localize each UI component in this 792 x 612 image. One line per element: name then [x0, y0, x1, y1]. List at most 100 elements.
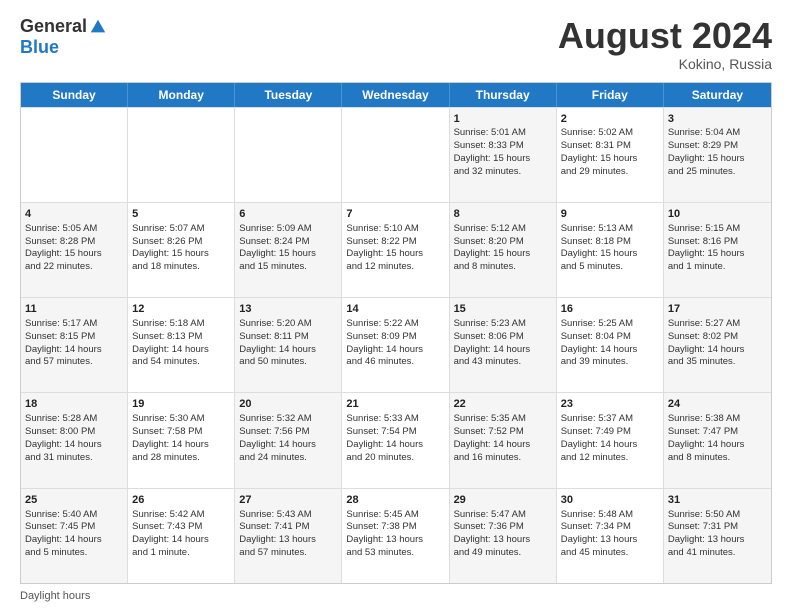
day-content: Sunset: 7:47 PM — [668, 426, 767, 439]
day-number: 14 — [346, 302, 444, 317]
day-number: 7 — [346, 207, 444, 222]
day-content: Sunrise: 5:09 AM — [239, 223, 337, 236]
day-content: Sunset: 8:00 PM — [25, 426, 123, 439]
day-content: Sunrise: 5:27 AM — [668, 318, 767, 331]
day-content: Sunset: 7:52 PM — [454, 426, 552, 439]
day-content: Daylight: 15 hours — [132, 248, 230, 261]
day-content: and 39 minutes. — [561, 356, 659, 369]
day-content: Sunset: 7:34 PM — [561, 521, 659, 534]
calendar-header-cell: Thursday — [450, 83, 557, 107]
calendar-header-cell: Saturday — [664, 83, 771, 107]
day-content: Daylight: 14 hours — [132, 439, 230, 452]
day-content: Sunset: 7:56 PM — [239, 426, 337, 439]
day-content: and 53 minutes. — [346, 547, 444, 560]
calendar-cell: 2Sunrise: 5:02 AMSunset: 8:31 PMDaylight… — [557, 108, 664, 202]
day-number: 12 — [132, 302, 230, 317]
day-content: Sunset: 7:31 PM — [668, 521, 767, 534]
day-content: Sunset: 7:58 PM — [132, 426, 230, 439]
day-content: Sunset: 8:04 PM — [561, 331, 659, 344]
day-number: 31 — [668, 493, 767, 508]
day-content: Daylight: 15 hours — [668, 153, 767, 166]
day-content: Sunset: 8:18 PM — [561, 236, 659, 249]
logo-blue-text: Blue — [20, 37, 59, 58]
calendar-cell — [21, 108, 128, 202]
day-content: and 24 minutes. — [239, 452, 337, 465]
calendar: SundayMondayTuesdayWednesdayThursdayFrid… — [20, 82, 772, 584]
calendar-cell: 18Sunrise: 5:28 AMSunset: 8:00 PMDayligh… — [21, 393, 128, 487]
day-content: Daylight: 14 hours — [346, 439, 444, 452]
day-content: Daylight: 15 hours — [561, 153, 659, 166]
day-content: Daylight: 14 hours — [346, 344, 444, 357]
day-content: and 20 minutes. — [346, 452, 444, 465]
day-content: Daylight: 14 hours — [25, 439, 123, 452]
day-number: 24 — [668, 397, 767, 412]
day-content: Sunrise: 5:42 AM — [132, 509, 230, 522]
calendar-cell: 23Sunrise: 5:37 AMSunset: 7:49 PMDayligh… — [557, 393, 664, 487]
day-content: Daylight: 13 hours — [346, 534, 444, 547]
calendar-cell: 14Sunrise: 5:22 AMSunset: 8:09 PMDayligh… — [342, 298, 449, 392]
day-number: 1 — [454, 112, 552, 127]
day-content: Sunrise: 5:38 AM — [668, 413, 767, 426]
day-content: and 12 minutes. — [561, 452, 659, 465]
calendar-cell: 28Sunrise: 5:45 AMSunset: 7:38 PMDayligh… — [342, 489, 449, 583]
day-number: 15 — [454, 302, 552, 317]
day-content: Sunrise: 5:35 AM — [454, 413, 552, 426]
calendar-cell: 5Sunrise: 5:07 AMSunset: 8:26 PMDaylight… — [128, 203, 235, 297]
day-content: Daylight: 14 hours — [454, 344, 552, 357]
day-content: and 18 minutes. — [132, 261, 230, 274]
day-content: and 1 minute. — [132, 547, 230, 560]
day-content: Sunset: 7:43 PM — [132, 521, 230, 534]
calendar-cell: 19Sunrise: 5:30 AMSunset: 7:58 PMDayligh… — [128, 393, 235, 487]
calendar-cell: 9Sunrise: 5:13 AMSunset: 8:18 PMDaylight… — [557, 203, 664, 297]
day-number: 26 — [132, 493, 230, 508]
calendar-cell: 20Sunrise: 5:32 AMSunset: 7:56 PMDayligh… — [235, 393, 342, 487]
day-content: Sunset: 8:31 PM — [561, 140, 659, 153]
footer: Daylight hours — [20, 590, 772, 602]
day-content: Sunset: 8:16 PM — [668, 236, 767, 249]
day-number: 11 — [25, 302, 123, 317]
day-content: Sunset: 8:22 PM — [346, 236, 444, 249]
location: Kokino, Russia — [558, 56, 772, 72]
day-content: and 8 minutes. — [668, 452, 767, 465]
calendar-row: 4Sunrise: 5:05 AMSunset: 8:28 PMDaylight… — [21, 202, 771, 297]
header: General Blue August 2024 Kokino, Russia — [20, 16, 772, 72]
day-content: Sunrise: 5:05 AM — [25, 223, 123, 236]
day-content: and 29 minutes. — [561, 166, 659, 179]
day-content: Sunrise: 5:04 AM — [668, 127, 767, 140]
day-content: Sunset: 8:15 PM — [25, 331, 123, 344]
calendar-row: 25Sunrise: 5:40 AMSunset: 7:45 PMDayligh… — [21, 488, 771, 583]
day-content: and 45 minutes. — [561, 547, 659, 560]
day-content: Sunset: 8:13 PM — [132, 331, 230, 344]
day-content: Daylight: 14 hours — [561, 439, 659, 452]
day-content: Daylight: 14 hours — [132, 534, 230, 547]
day-content: Daylight: 15 hours — [25, 248, 123, 261]
calendar-cell: 1Sunrise: 5:01 AMSunset: 8:33 PMDaylight… — [450, 108, 557, 202]
calendar-cell: 27Sunrise: 5:43 AMSunset: 7:41 PMDayligh… — [235, 489, 342, 583]
day-content: Sunrise: 5:17 AM — [25, 318, 123, 331]
day-content: and 15 minutes. — [239, 261, 337, 274]
day-content: Daylight: 15 hours — [561, 248, 659, 261]
day-content: and 8 minutes. — [454, 261, 552, 274]
day-content: and 35 minutes. — [668, 356, 767, 369]
calendar-cell: 24Sunrise: 5:38 AMSunset: 7:47 PMDayligh… — [664, 393, 771, 487]
title-block: August 2024 Kokino, Russia — [558, 16, 772, 72]
calendar-cell — [342, 108, 449, 202]
day-content: and 57 minutes. — [25, 356, 123, 369]
logo-icon — [89, 18, 107, 36]
day-number: 20 — [239, 397, 337, 412]
day-number: 29 — [454, 493, 552, 508]
day-content: Daylight: 14 hours — [239, 344, 337, 357]
calendar-cell: 13Sunrise: 5:20 AMSunset: 8:11 PMDayligh… — [235, 298, 342, 392]
day-number: 25 — [25, 493, 123, 508]
day-content: and 32 minutes. — [454, 166, 552, 179]
calendar-body: 1Sunrise: 5:01 AMSunset: 8:33 PMDaylight… — [21, 107, 771, 583]
day-content: and 5 minutes. — [561, 261, 659, 274]
day-number: 10 — [668, 207, 767, 222]
day-number: 18 — [25, 397, 123, 412]
calendar-header-cell: Monday — [128, 83, 235, 107]
day-content: Sunset: 8:28 PM — [25, 236, 123, 249]
calendar-cell: 15Sunrise: 5:23 AMSunset: 8:06 PMDayligh… — [450, 298, 557, 392]
day-content: Daylight: 14 hours — [561, 344, 659, 357]
day-content: and 12 minutes. — [346, 261, 444, 274]
day-content: Daylight: 15 hours — [346, 248, 444, 261]
